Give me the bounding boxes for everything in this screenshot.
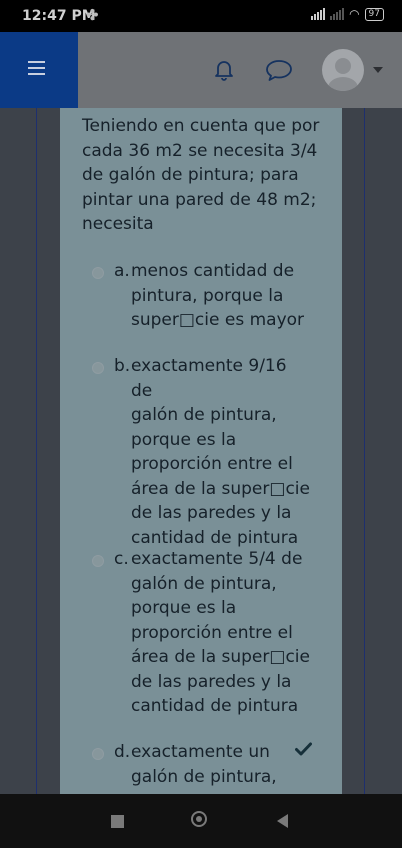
answer-letter: b.: [114, 356, 131, 376]
checkmark-icon: [295, 742, 312, 756]
answer-letter: c.: [114, 549, 129, 569]
radio-button-selected[interactable]: [92, 748, 104, 760]
app-header: [0, 32, 402, 108]
back-icon[interactable]: [277, 814, 288, 828]
chat-bubble-icon[interactable]: [265, 58, 293, 82]
answer-text: exactamente 5/4 de galón de pintura, por…: [131, 549, 310, 716]
status-indicators: ◠ 97: [311, 7, 384, 21]
question-text: Teniendo en cuenta que por cada 36 m2 se…: [82, 116, 320, 234]
battery-icon: 97: [364, 7, 384, 21]
signal-icon: [311, 8, 326, 20]
answer-text: menos cantidad de pintura, porque la sup…: [131, 261, 305, 330]
answer-text: exactamente un galón de pintura,: [131, 742, 277, 787]
hamburger-icon[interactable]: [0, 32, 78, 108]
answer-text: exactamente 9/16 de galón de pintura, po…: [131, 356, 310, 548]
answer-letter: d.: [114, 742, 131, 762]
radio-button[interactable]: [92, 267, 104, 279]
caret-down-icon[interactable]: [373, 67, 383, 73]
answer-letter: a.: [114, 261, 130, 281]
quiz-content: Teniendo en cuenta que por cada 36 m2 se…: [0, 108, 402, 794]
signal-icon-secondary: [330, 8, 345, 20]
radio-button[interactable]: [92, 555, 104, 567]
avatar-icon[interactable]: [322, 49, 364, 91]
recents-icon[interactable]: [111, 815, 124, 828]
content-border-left: [36, 108, 37, 794]
radio-button[interactable]: [92, 362, 104, 374]
home-icon[interactable]: [191, 811, 207, 827]
fan-icon: ✤: [86, 6, 99, 24]
status-bar: 12:47 PM ✤ ◠ 97: [0, 0, 402, 32]
wifi-icon: ◠: [349, 7, 360, 21]
android-nav-bar: [0, 794, 402, 848]
bell-icon[interactable]: [212, 57, 236, 81]
status-time: 12:47 PM: [22, 8, 96, 24]
content-border-right: [364, 108, 365, 794]
